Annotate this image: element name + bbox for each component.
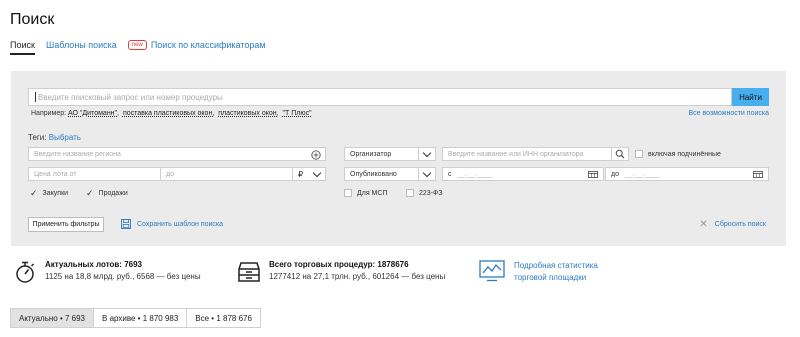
search-icon	[615, 149, 625, 159]
date-from-label: с	[448, 170, 452, 178]
organizer-placeholder: Введите название или ИНН организатора	[448, 150, 584, 158]
search-tabs: Поиск Шаблоны поиска new Поиск по класси…	[10, 40, 277, 55]
detailed-stats-link[interactable]: Подробная статистика торговой площадки	[479, 260, 598, 284]
lots-stat-subtitle: 1125 на 18,8 млрд. руб., 6568 — без цены	[45, 272, 201, 281]
archive-box-icon	[238, 262, 260, 282]
examples-prefix: Например:	[31, 110, 67, 117]
apply-filters-button[interactable]: Применить фильтры	[28, 217, 104, 232]
include-subordinate-checkbox[interactable]: включая подчинённые	[635, 150, 721, 158]
lots-stat-title: Актуальных лотов: 7693	[45, 260, 142, 269]
checkbox-box	[635, 150, 643, 158]
text-caret	[35, 92, 36, 102]
law-223-checkbox[interactable]: 223-ФЗ	[406, 189, 443, 197]
checkmark-icon: ✓	[86, 188, 94, 198]
chevron-down-icon	[422, 148, 432, 157]
published-dropdown-toggle[interactable]	[418, 167, 436, 181]
stopwatch-icon	[16, 261, 35, 283]
sme-label: Для МСП	[357, 189, 388, 197]
calendar-icon[interactable]	[753, 171, 763, 178]
currency-select[interactable]: ₽	[292, 167, 326, 181]
sales-label: Продажи	[98, 190, 128, 197]
checkbox-box	[344, 189, 352, 197]
tab-search-templates[interactable]: Шаблоны поиска	[46, 40, 117, 50]
detailed-stats-line-2: торговой площадки	[514, 273, 587, 282]
tab-archive[interactable]: В архиве • 1 870 983	[93, 308, 188, 328]
date-from-mask: __.__.____	[457, 170, 493, 178]
lots-stat: Актуальных лотов: 7693 1125 на 18,8 млрд…	[14, 260, 201, 284]
new-badge: new	[127, 40, 147, 50]
page-title: Поиск	[10, 11, 55, 28]
purchases-label: Закупки	[42, 190, 69, 197]
organizer-search-button[interactable]	[611, 147, 629, 161]
example-link[interactable]: пластиковых окон,	[218, 110, 278, 117]
chevron-down-icon	[422, 168, 432, 177]
search-input[interactable]: Введите поисковый запрос или номер проце…	[28, 88, 732, 106]
tab-all[interactable]: Все • 1 878 676	[186, 308, 261, 328]
procedures-stat: Всего торговых процедур: 1878676 1277412…	[237, 260, 445, 284]
date-to-input[interactable]: до __.__.____	[605, 167, 769, 181]
price-to-placeholder: до	[166, 170, 174, 178]
date-to-label: до	[611, 170, 619, 178]
save-icon	[121, 219, 131, 229]
checkmark-icon: ✓	[30, 188, 38, 198]
price-from-placeholder: Цена лота от	[34, 170, 77, 178]
currency-value: ₽	[298, 169, 304, 179]
close-icon: ✕	[699, 219, 708, 230]
detailed-stats-line-1: Подробная статистика	[514, 261, 598, 270]
sme-checkbox[interactable]: Для МСП	[344, 189, 387, 197]
search-button[interactable]: Найти	[732, 88, 769, 106]
reset-search-link[interactable]: ✕ Сбросить поиск	[699, 219, 766, 230]
tags-choose-link[interactable]: Выбрать	[49, 133, 81, 142]
purchases-checkbox[interactable]: ✓ Закупки	[30, 188, 68, 199]
procedures-stat-subtitle: 1277412 на 27,1 трлн. руб., 601264 — без…	[269, 272, 446, 281]
add-region-icon[interactable]	[311, 150, 321, 160]
published-select[interactable]: Опубликовано	[344, 167, 419, 181]
example-link[interactable]: АО "Дитоманн",	[68, 110, 119, 117]
price-to-input[interactable]: до	[160, 167, 293, 181]
date-from-input[interactable]: с __.__.____	[442, 167, 604, 181]
example-link[interactable]: "Т Плюс"	[283, 110, 312, 117]
sales-checkbox[interactable]: ✓ Продажи	[86, 188, 128, 199]
organizer-input[interactable]: Введите название или ИНН организатора	[442, 147, 629, 161]
organizer-dropdown-toggle[interactable]	[418, 147, 436, 161]
chevron-down-icon	[312, 168, 322, 177]
region-input[interactable]: Введите название региона	[28, 147, 326, 161]
organizer-select-value: Организатор	[350, 150, 392, 158]
published-select-value: Опубликовано	[350, 170, 397, 178]
results-tabs: Актуально • 7 693 В архиве • 1 870 983 В…	[10, 308, 261, 328]
price-from-input[interactable]: Цена лота от	[28, 167, 161, 181]
tab-classifier-search-label: Поиск по классификаторам	[150, 40, 266, 50]
tab-actual[interactable]: Актуально • 7 693	[10, 308, 95, 328]
date-to-mask: __.__.____	[624, 170, 661, 178]
chart-monitor-icon	[479, 260, 505, 282]
filter-panel: Введите поисковый запрос или номер проце…	[11, 71, 786, 246]
include-subordinate-label: включая подчинённые	[648, 150, 721, 158]
search-placeholder: Введите поисковый запрос или номер проце…	[38, 92, 223, 102]
tags-label: Теги:	[28, 133, 47, 142]
tags-row: Теги: Выбрать	[28, 133, 81, 142]
checkbox-box	[406, 189, 414, 197]
reset-search-label: Сбросить поиск	[714, 221, 766, 228]
save-template-label: Сохранить шаблон поиска	[137, 220, 224, 228]
search-examples: Например: АО "Дитоманн", поставка пласти…	[31, 110, 769, 117]
save-template-link[interactable]: Сохранить шаблон поиска	[121, 219, 223, 229]
all-search-options-link[interactable]: Все возможности поиска	[688, 110, 769, 117]
region-placeholder: Введите название региона	[34, 150, 121, 158]
calendar-icon[interactable]	[588, 171, 598, 178]
search-row: Введите поисковый запрос или номер проце…	[28, 88, 769, 106]
law-223-label: 223-ФЗ	[419, 189, 443, 197]
tab-search[interactable]: Поиск	[10, 40, 35, 55]
tab-classifier-search[interactable]: new Поиск по классификаторам	[127, 40, 266, 50]
organizer-select[interactable]: Организатор	[344, 147, 419, 161]
example-link[interactable]: поставка пластиковых окон,	[123, 110, 214, 117]
procedures-stat-title: Всего торговых процедур: 1878676	[269, 260, 409, 269]
